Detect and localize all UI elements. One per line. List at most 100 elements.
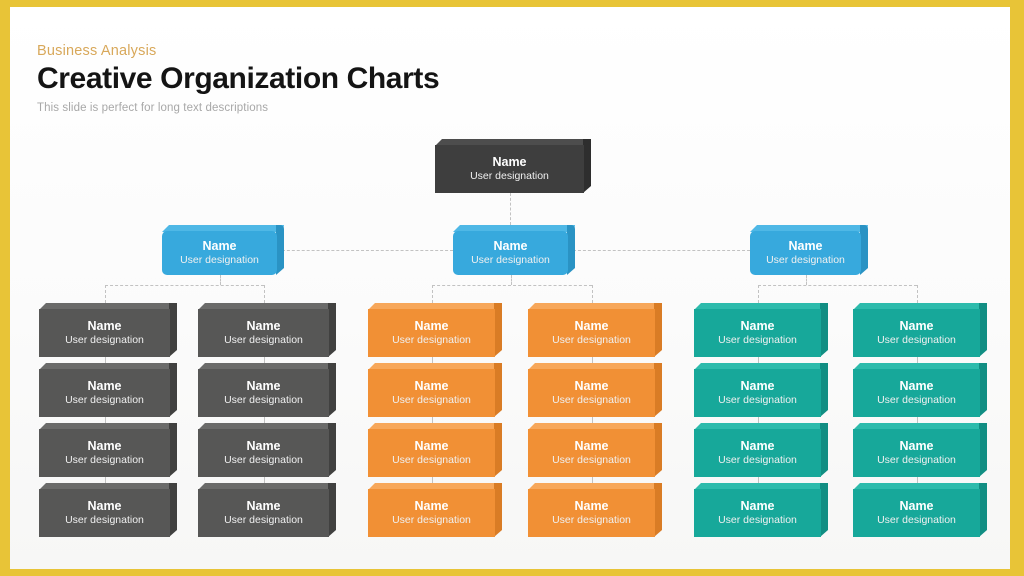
node-front-face: Name User designation [368, 429, 495, 477]
node-side-face [328, 423, 336, 477]
node-side-face [654, 303, 662, 357]
org-node-col-1-2[interactable]: Name User designation [39, 363, 177, 417]
node-designation: User designation [552, 454, 631, 467]
connector-column-drop-col-3 [431, 285, 433, 303]
org-node-head-branch-center[interactable]: Name User designation [453, 225, 575, 275]
node-designation: User designation [877, 394, 956, 407]
node-designation: User designation [65, 454, 144, 467]
org-node-col-1-3[interactable]: Name User designation [39, 423, 177, 477]
org-node-col-2-3[interactable]: Name User designation [198, 423, 336, 477]
node-designation: User designation [718, 514, 797, 527]
connector-center-head-to-right-head [568, 250, 750, 251]
node-designation: User designation [224, 394, 303, 407]
node-front-face: Name User designation [198, 369, 329, 417]
node-front-face: Name User designation [694, 309, 821, 357]
node-designation: User designation [552, 334, 631, 347]
node-designation: User designation [877, 334, 956, 347]
node-front-face: Name User designation [368, 489, 495, 537]
node-designation: User designation [552, 394, 631, 407]
node-front-face: Name User designation [694, 489, 821, 537]
org-node-col-2-4[interactable]: Name User designation [198, 483, 336, 537]
node-front-face: Name User designation [694, 429, 821, 477]
node-name: Name [899, 439, 934, 454]
node-side-face [169, 303, 177, 357]
node-front-face: Name User designation [528, 369, 655, 417]
connector-split-bar-branch-left [104, 285, 264, 286]
org-node-col-1-4[interactable]: Name User designation [39, 483, 177, 537]
node-front-face: Name User designation [198, 489, 329, 537]
org-node-col-5-1[interactable]: Name User designation [694, 303, 828, 357]
org-node-col-3-2[interactable]: Name User designation [368, 363, 502, 417]
node-front-face: Name User designation [853, 489, 980, 537]
node-designation: User designation [392, 514, 471, 527]
org-node-col-5-4[interactable]: Name User designation [694, 483, 828, 537]
node-designation: User designation [224, 514, 303, 527]
org-node-col-3-1[interactable]: Name User designation [368, 303, 502, 357]
node-name: Name [574, 439, 609, 454]
node-side-face [979, 423, 987, 477]
org-node-col-2-2[interactable]: Name User designation [198, 363, 336, 417]
node-side-face [979, 303, 987, 357]
node-name: Name [246, 379, 281, 394]
node-side-face [276, 225, 284, 275]
node-front-face: Name User designation [853, 309, 980, 357]
org-node-col-3-3[interactable]: Name User designation [368, 423, 502, 477]
node-front-face: Name User designation [435, 145, 584, 193]
connector-head-drop-branch-left [219, 275, 221, 285]
node-side-face [328, 303, 336, 357]
node-side-face [494, 423, 502, 477]
org-node-col-1-1[interactable]: Name User designation [39, 303, 177, 357]
org-node-col-6-2[interactable]: Name User designation [853, 363, 987, 417]
node-front-face: Name User designation [198, 429, 329, 477]
node-front-face: Name User designation [694, 369, 821, 417]
node-name: Name [492, 155, 527, 170]
org-node-col-4-3[interactable]: Name User designation [528, 423, 662, 477]
org-node-col-5-2[interactable]: Name User designation [694, 363, 828, 417]
node-name: Name [574, 499, 609, 514]
node-name: Name [202, 239, 237, 254]
org-node-col-6-4[interactable]: Name User designation [853, 483, 987, 537]
node-designation: User designation [392, 394, 471, 407]
connector-column-drop-col-5 [757, 285, 759, 303]
node-name: Name [87, 319, 122, 334]
connector-head-drop-branch-center [510, 275, 512, 285]
connector-column-drop-col-4 [591, 285, 593, 303]
node-front-face: Name User designation [528, 429, 655, 477]
node-name: Name [414, 439, 449, 454]
org-node-col-5-3[interactable]: Name User designation [694, 423, 828, 477]
node-name: Name [899, 319, 934, 334]
node-front-face: Name User designation [853, 429, 980, 477]
node-side-face [494, 363, 502, 417]
connector-column-drop-col-6 [916, 285, 918, 303]
org-node-root[interactable]: Name User designation [435, 139, 591, 193]
connector-column-drop-col-2 [263, 285, 265, 303]
org-node-head-branch-right[interactable]: Name User designation [750, 225, 868, 275]
node-name: Name [740, 319, 775, 334]
node-side-face [979, 363, 987, 417]
node-designation: User designation [65, 394, 144, 407]
node-designation: User designation [877, 454, 956, 467]
node-name: Name [414, 319, 449, 334]
node-name: Name [574, 379, 609, 394]
node-designation: User designation [65, 334, 144, 347]
org-node-head-branch-left[interactable]: Name User designation [162, 225, 284, 275]
org-node-col-4-2[interactable]: Name User designation [528, 363, 662, 417]
org-node-col-2-1[interactable]: Name User designation [198, 303, 336, 357]
org-node-col-3-4[interactable]: Name User designation [368, 483, 502, 537]
node-name: Name [87, 439, 122, 454]
org-node-col-6-3[interactable]: Name User designation [853, 423, 987, 477]
node-side-face [494, 483, 502, 537]
org-node-col-6-1[interactable]: Name User designation [853, 303, 987, 357]
eyebrow-label: Business Analysis [37, 43, 157, 59]
node-side-face [654, 363, 662, 417]
node-side-face [328, 363, 336, 417]
node-front-face: Name User designation [39, 489, 170, 537]
node-name: Name [246, 319, 281, 334]
node-side-face [169, 363, 177, 417]
node-side-face [494, 303, 502, 357]
org-node-col-4-4[interactable]: Name User designation [528, 483, 662, 537]
node-name: Name [899, 379, 934, 394]
node-front-face: Name User designation [853, 369, 980, 417]
node-designation: User designation [718, 334, 797, 347]
org-node-col-4-1[interactable]: Name User designation [528, 303, 662, 357]
